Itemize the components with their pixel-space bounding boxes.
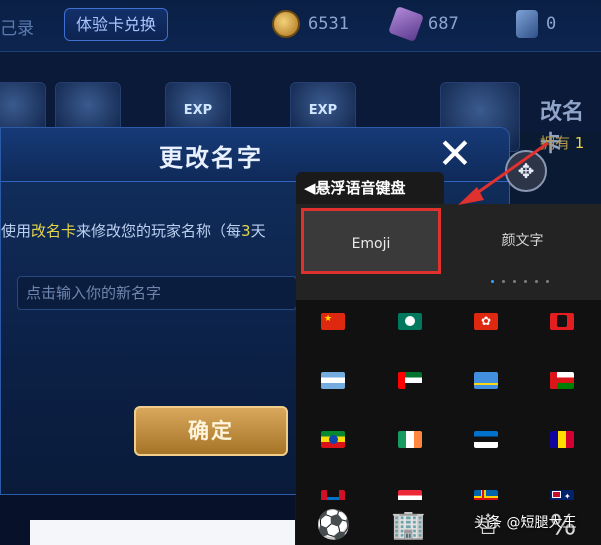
gold-value: 6531 (308, 14, 349, 34)
flag-andorra-icon[interactable] (550, 431, 574, 448)
gem-value: 687 (428, 14, 459, 34)
gem-currency: 687 (388, 6, 459, 42)
page-dot (524, 280, 527, 283)
page-dot (491, 280, 494, 283)
confirm-button[interactable]: 确定 (134, 406, 288, 456)
card-currency: 0 (516, 8, 556, 40)
flag-china-icon[interactable]: ★ (321, 313, 345, 330)
gem-icon (388, 6, 424, 42)
dialog-title: 更改名字 (159, 144, 263, 172)
page-indicator (491, 280, 549, 283)
rename-description: 使用改名卡来修改您的玩家名称（每3天 (1, 222, 266, 240)
card-value: 0 (546, 14, 557, 34)
page-dot (535, 280, 538, 283)
new-name-input[interactable]: 点击输入你的新名字 (17, 276, 297, 310)
currency-bar: 己录 体验卡兑换 6531 687 0 (0, 0, 601, 52)
flag-hong-kong-icon[interactable]: ✿ (474, 313, 498, 330)
tab-emoji[interactable]: Emoji (301, 208, 441, 274)
card-icon (516, 10, 538, 38)
flag-estonia-icon[interactable] (474, 431, 498, 448)
page-dot (513, 280, 516, 283)
trial-card-exchange-button[interactable]: 体验卡兑换 (64, 8, 168, 41)
bottom-panel (30, 520, 295, 545)
tab-kaomoji[interactable]: 颜文字 (444, 208, 601, 274)
shop-items-background: EXP EXP 改名卡 拥有 1 (0, 52, 601, 157)
floating-keyboard-panel: Emoji 颜文字 ★ ✿ ✦ ⚽ 🏢 ♔ % (296, 204, 601, 545)
flag-aruba-icon[interactable] (474, 372, 498, 389)
soccer-ball-icon[interactable]: ⚽ (316, 508, 351, 542)
flag-oman-icon[interactable] (550, 372, 574, 389)
flag-macau-icon[interactable] (398, 313, 422, 330)
flag-ethiopia-icon[interactable] (321, 431, 345, 448)
page-dot (502, 280, 505, 283)
flag-albania-icon[interactable] (550, 313, 574, 330)
watermark: 头条 @短腿大王 (474, 515, 577, 531)
emoji-grid: ★ ✿ ✦ (296, 300, 601, 507)
page-dot (546, 280, 549, 283)
flag-ireland-icon[interactable] (398, 431, 422, 448)
building-icon[interactable]: 🏢 (391, 508, 426, 542)
move-handle-icon[interactable]: ✥ (505, 150, 547, 192)
gold-coin-icon (272, 10, 300, 38)
flag-uae-icon[interactable] (398, 372, 422, 389)
gold-currency: 6531 (272, 8, 349, 40)
record-label[interactable]: 己录 (0, 14, 34, 39)
flag-argentina-icon[interactable] (321, 372, 345, 389)
owned-count: 拥有 1 (540, 134, 585, 152)
floating-keyboard-title[interactable]: ◀悬浮语音键盘 (296, 172, 444, 204)
